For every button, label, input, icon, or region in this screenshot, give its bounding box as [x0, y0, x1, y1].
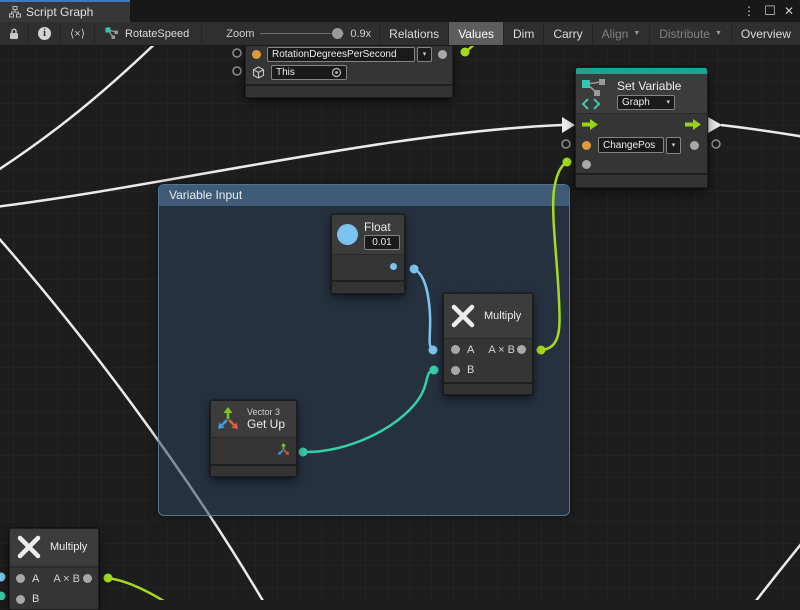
node-float[interactable]: Float 0.01 [331, 214, 405, 294]
port-value-out[interactable] [690, 141, 699, 150]
object-picker-icon[interactable] [331, 67, 342, 78]
float-value-input[interactable]: 0.01 [364, 235, 400, 250]
zoom-control: Zoom 0.9x [202, 22, 379, 45]
target-value: This [276, 66, 295, 79]
port-out[interactable] [517, 345, 526, 354]
node-type-label: Vector 3 [247, 407, 285, 417]
graph-name: RotateSpeed [125, 28, 189, 40]
node-multiply-bottom[interactable]: Multiply A A × B B [9, 528, 99, 610]
button-label: Overview [741, 27, 791, 41]
tab-title: Script Graph [26, 5, 93, 19]
script-graph-icon [9, 6, 21, 18]
target-field[interactable]: This [271, 65, 347, 80]
graph-toolbar: i ⟨×⟩ RotateSpeed Zoom 0.9x Relations Va… [0, 22, 800, 46]
code-view-icon: ⟨×⟩ [70, 27, 85, 40]
group-header[interactable]: Variable Input [159, 185, 569, 206]
caret-down-icon: ▼ [633, 30, 640, 37]
code-view-button[interactable]: ⟨×⟩ [61, 22, 95, 45]
node-set-variable[interactable]: Set Variable Graph ▾ ChangePos [575, 67, 708, 188]
port-out[interactable] [83, 574, 92, 583]
title-bar: Script Graph ⋮ ☐ ✕ [0, 0, 800, 22]
lock-icon [9, 28, 19, 40]
info-icon: i [38, 27, 51, 40]
port-out-label: A × B [53, 573, 80, 585]
variable-scope-dropdown[interactable]: Graph ▾ [617, 95, 675, 110]
toolbar-button-overview[interactable]: Overview [732, 22, 800, 45]
node-title: Set Variable [617, 79, 681, 93]
port-value-out[interactable] [438, 50, 447, 59]
graph-breadcrumb[interactable]: RotateSpeed [95, 22, 202, 45]
port-float-out[interactable] [390, 263, 397, 270]
node-vector3-get-up[interactable]: Vector 3 Get Up [210, 400, 297, 477]
zoom-slider[interactable] [260, 33, 344, 34]
port-value-in[interactable] [582, 160, 591, 169]
variable-name-value: RotationDegreesPerSecond [272, 48, 397, 61]
inspect-button[interactable]: i [29, 22, 61, 45]
toolbar-button-carry[interactable]: Carry [544, 22, 592, 45]
float-value: 0.01 [372, 236, 391, 249]
node-title: Float [364, 220, 400, 234]
button-label: Values [458, 27, 494, 41]
port-a-in[interactable] [451, 345, 460, 354]
variable-name-dropdown[interactable]: RotationDegreesPerSecond [267, 47, 415, 62]
port-a-label: A [467, 344, 474, 356]
float-type-icon [337, 224, 358, 245]
port-variable-name-in[interactable] [252, 50, 261, 59]
window-menu-button[interactable]: ⋮ [740, 0, 758, 22]
node-footer [332, 280, 404, 293]
button-label: Carry [553, 27, 582, 41]
toolbar-button-relations[interactable]: Relations [379, 22, 449, 45]
node-footer [576, 173, 707, 187]
button-label: Distribute [659, 27, 710, 41]
variable-name-dropdown[interactable]: ChangePos [598, 137, 664, 153]
port-b-in[interactable] [451, 366, 460, 375]
port-variable-name-in[interactable] [582, 141, 591, 150]
dropdown-caret-icon[interactable]: ▾ [666, 137, 681, 154]
set-variable-graph-icon [581, 78, 611, 110]
multiply-icon [16, 534, 42, 560]
port-out-label: A × B [488, 344, 515, 356]
port-a-in[interactable] [16, 574, 25, 583]
button-label: Align [602, 27, 629, 41]
toolbar-button-align[interactable]: Align ▼ [593, 22, 651, 45]
toolbar-button-values[interactable]: Values [449, 22, 504, 45]
group-title: Variable Input [169, 188, 242, 202]
gameobject-cube-icon [252, 66, 265, 79]
zoom-label: Zoom [226, 28, 254, 40]
port-b-label: B [467, 364, 474, 376]
button-label: Relations [389, 27, 439, 41]
zoom-value: 0.9x [350, 28, 371, 40]
port-b-in[interactable] [16, 595, 25, 604]
window-maximize-button[interactable]: ☐ [761, 0, 779, 22]
vector3-icon [216, 407, 240, 431]
lock-button[interactable] [0, 22, 29, 45]
node-footer [246, 84, 452, 97]
button-label: Dim [513, 27, 534, 41]
tab-script-graph[interactable]: Script Graph [0, 0, 130, 22]
toolbar-button-dim[interactable]: Dim [504, 22, 544, 45]
node-multiply[interactable]: Multiply A A × B B [443, 293, 533, 395]
caret-down-icon: ▼ [715, 30, 722, 37]
variable-name-value: ChangePos [603, 139, 655, 152]
node-footer [211, 464, 296, 476]
unity-script-graph-window: { "window": { "tab_title": "Script Graph… [0, 0, 800, 600]
graph-asset-icon [105, 27, 119, 40]
node-title: Multiply [50, 541, 87, 553]
dropdown-caret-icon[interactable]: ▾ [417, 47, 432, 62]
node-get-variable[interactable]: RotationDegreesPerSecond ▾ This [245, 45, 453, 98]
node-title: Get Up [247, 417, 285, 431]
dropdown-caret-icon: ▾ [666, 96, 670, 109]
port-a-label: A [32, 573, 39, 585]
flow-out-port[interactable] [685, 119, 702, 130]
toolbar-button-distribute[interactable]: Distribute ▼ [650, 22, 732, 45]
port-vector3-out[interactable] [277, 443, 290, 456]
zoom-slider-handle[interactable] [332, 28, 343, 39]
node-title: Multiply [484, 310, 521, 322]
multiply-icon [450, 303, 476, 329]
scope-value: Graph [622, 96, 650, 109]
port-b-label: B [32, 593, 39, 605]
flow-in-port[interactable] [582, 119, 599, 130]
node-footer [444, 382, 532, 394]
window-close-button[interactable]: ✕ [780, 0, 798, 22]
